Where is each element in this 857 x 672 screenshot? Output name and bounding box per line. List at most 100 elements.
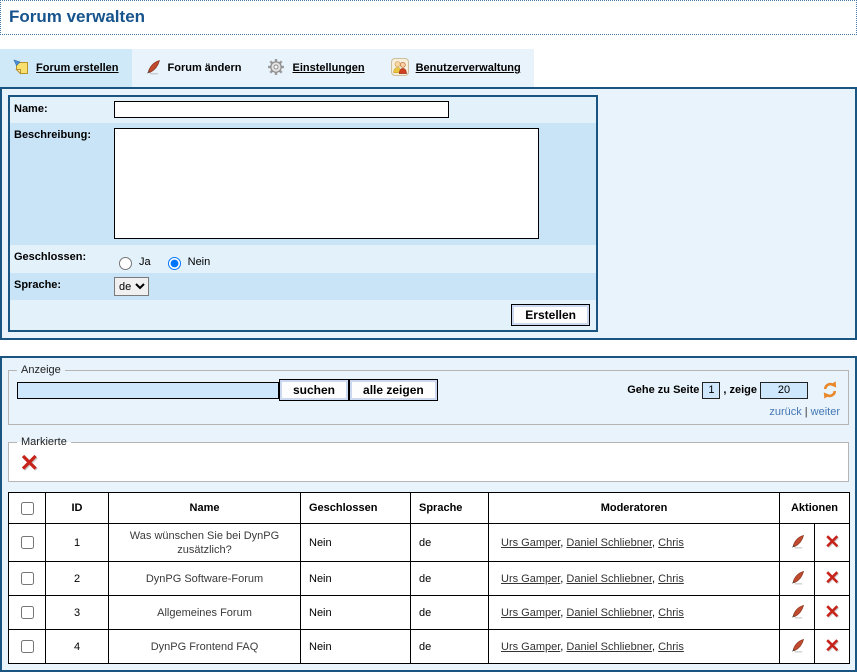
name-field[interactable] xyxy=(114,101,449,118)
moderator-link[interactable]: Daniel Schliebner xyxy=(566,641,652,653)
create-forum-form: Name: Beschreibung: Geschlossen: Ja Nein… xyxy=(8,95,598,332)
row-name: DynPG Software-Forum xyxy=(109,562,301,596)
header-id: ID xyxy=(46,493,109,524)
pager: Gehe zu Seite , zeige xyxy=(627,380,840,400)
tab-forum-aendern-label[interactable]: Forum ändern xyxy=(168,62,242,74)
zurueck-link[interactable]: zurück xyxy=(769,406,801,418)
row-sprache: de xyxy=(411,630,489,664)
tab-forum-erstellen[interactable]: Forum erstellen xyxy=(0,49,132,87)
anzeige-legend: Anzeige xyxy=(17,364,65,376)
page-header: Forum verwalten xyxy=(0,0,857,35)
delete-marked-icon[interactable] xyxy=(17,451,41,474)
row-id: 3 xyxy=(46,596,109,630)
sort-sprache-link[interactable]: Sprache xyxy=(419,502,462,514)
page-number-input[interactable] xyxy=(702,382,720,399)
zeige-label: , zeige xyxy=(723,384,757,396)
row-moderators: Urs Gamper, Daniel Schliebner, Chris xyxy=(489,630,780,664)
row-sprache: de xyxy=(411,562,489,596)
edit-icon[interactable] xyxy=(790,604,805,619)
row-geschlossen: Nein xyxy=(301,562,411,596)
delete-icon[interactable] xyxy=(824,637,840,653)
refresh-icon[interactable] xyxy=(820,380,840,400)
geschlossen-label: Geschlossen: xyxy=(10,245,114,273)
moderator-link[interactable]: Chris xyxy=(658,641,684,653)
moderator-link[interactable]: Urs Gamper xyxy=(501,607,560,619)
row-checkbox[interactable] xyxy=(21,536,34,549)
moderator-link[interactable]: Daniel Schliebner xyxy=(566,537,652,549)
pager-separator: | xyxy=(802,406,811,418)
select-all-cell xyxy=(9,493,46,524)
edit-icon[interactable] xyxy=(790,534,805,549)
table-row: 2 DynPG Software-Forum Nein de Urs Gampe… xyxy=(9,562,850,596)
geschlossen-radio-nein[interactable] xyxy=(168,257,181,270)
row-moderators: Urs Gamper, Daniel Schliebner, Chris xyxy=(489,596,780,630)
page: Forum verwalten Forum erstellen F xyxy=(0,0,857,672)
alle-zeigen-button[interactable]: alle zeigen xyxy=(349,379,438,401)
row-checkbox[interactable] xyxy=(21,640,34,653)
header-aktionen: Aktionen xyxy=(780,493,850,524)
tab-einstellungen-label[interactable]: Einstellungen xyxy=(292,62,364,74)
row-sprache: de xyxy=(411,596,489,630)
header-geschlossen: Geschlossen xyxy=(301,493,411,524)
sprache-label: Sprache: xyxy=(10,273,114,300)
tab-forum-erstellen-label[interactable]: Forum erstellen xyxy=(36,62,119,74)
moderator-link[interactable]: Urs Gamper xyxy=(501,537,560,549)
row-delete-cell xyxy=(815,562,850,596)
row-checkbox[interactable] xyxy=(21,606,34,619)
row-delete-cell xyxy=(815,524,850,562)
row-moderators: Urs Gamper, Daniel Schliebner, Chris xyxy=(489,524,780,562)
row-checkbox-cell xyxy=(9,562,46,596)
tab-benutzerverwaltung-label[interactable]: Benutzerverwaltung xyxy=(416,62,521,74)
suchen-button[interactable]: suchen xyxy=(279,379,349,401)
tab-benutzerverwaltung[interactable]: Benutzerverwaltung xyxy=(378,49,534,87)
delete-icon[interactable] xyxy=(824,569,840,585)
table-header-row: ID Name Geschlossen Sprache Moderatoren … xyxy=(9,493,850,524)
forum-table-body: 1 Was wünschen Sie bei DynPG zusätzlich?… xyxy=(9,524,850,664)
edit-icon[interactable] xyxy=(790,570,805,585)
beschreibung-field[interactable] xyxy=(114,128,539,239)
row-checkbox-cell xyxy=(9,596,46,630)
moderator-link[interactable]: Chris xyxy=(658,537,684,549)
tab-strip: Forum erstellen Forum ändern xyxy=(0,49,546,87)
row-checkbox[interactable] xyxy=(21,572,34,585)
row-sprache: de xyxy=(411,524,489,562)
header-sprache: Sprache xyxy=(411,493,489,524)
tab-einstellungen[interactable]: Einstellungen xyxy=(254,49,377,87)
markierte-fieldset: Markierte xyxy=(8,436,849,482)
edit-icon[interactable] xyxy=(790,638,805,653)
page-size-input[interactable] xyxy=(760,382,808,399)
row-edit-cell xyxy=(780,630,815,664)
tab-forum-aendern[interactable]: Forum ändern xyxy=(132,49,255,87)
moderator-link[interactable]: Chris xyxy=(658,573,684,585)
row-delete-cell xyxy=(815,630,850,664)
header-moderatoren: Moderatoren xyxy=(489,493,780,524)
sort-name-link[interactable]: Name xyxy=(190,502,220,514)
sort-id-link[interactable]: ID xyxy=(72,502,83,514)
settings-gear-icon xyxy=(267,58,285,79)
geschlossen-radio-ja[interactable] xyxy=(119,257,132,270)
row-edit-cell xyxy=(780,524,815,562)
moderator-link[interactable]: Daniel Schliebner xyxy=(566,573,652,585)
search-input[interactable] xyxy=(17,382,279,399)
moderator-link[interactable]: Urs Gamper xyxy=(501,641,560,653)
table-row: 4 DynPG Frontend FAQ Nein de Urs Gamper,… xyxy=(9,630,850,664)
erstellen-button[interactable]: Erstellen xyxy=(511,304,590,326)
delete-icon[interactable] xyxy=(824,603,840,619)
moderator-link[interactable]: Urs Gamper xyxy=(501,573,560,585)
header-name: Name xyxy=(109,493,301,524)
name-label: Name: xyxy=(10,97,114,123)
beschreibung-label: Beschreibung: xyxy=(10,123,114,245)
row-delete-cell xyxy=(815,596,850,630)
geschlossen-nein-label: Nein xyxy=(188,256,219,268)
weiter-link[interactable]: weiter xyxy=(811,406,840,418)
anzeige-fieldset: Anzeige suchen alle zeigen Gehe zu Seite… xyxy=(8,364,849,425)
moderator-link[interactable]: Chris xyxy=(658,607,684,619)
delete-icon[interactable] xyxy=(824,533,840,549)
moderator-link[interactable]: Daniel Schliebner xyxy=(566,607,652,619)
select-all-checkbox[interactable] xyxy=(21,502,34,515)
geschlossen-ja-label: Ja xyxy=(139,256,159,268)
sprache-select[interactable]: de xyxy=(114,277,149,296)
markierte-legend: Markierte xyxy=(17,436,71,448)
row-name: Allgemeines Forum xyxy=(109,596,301,630)
sort-geschlossen-link[interactable]: Geschlossen xyxy=(309,502,377,514)
